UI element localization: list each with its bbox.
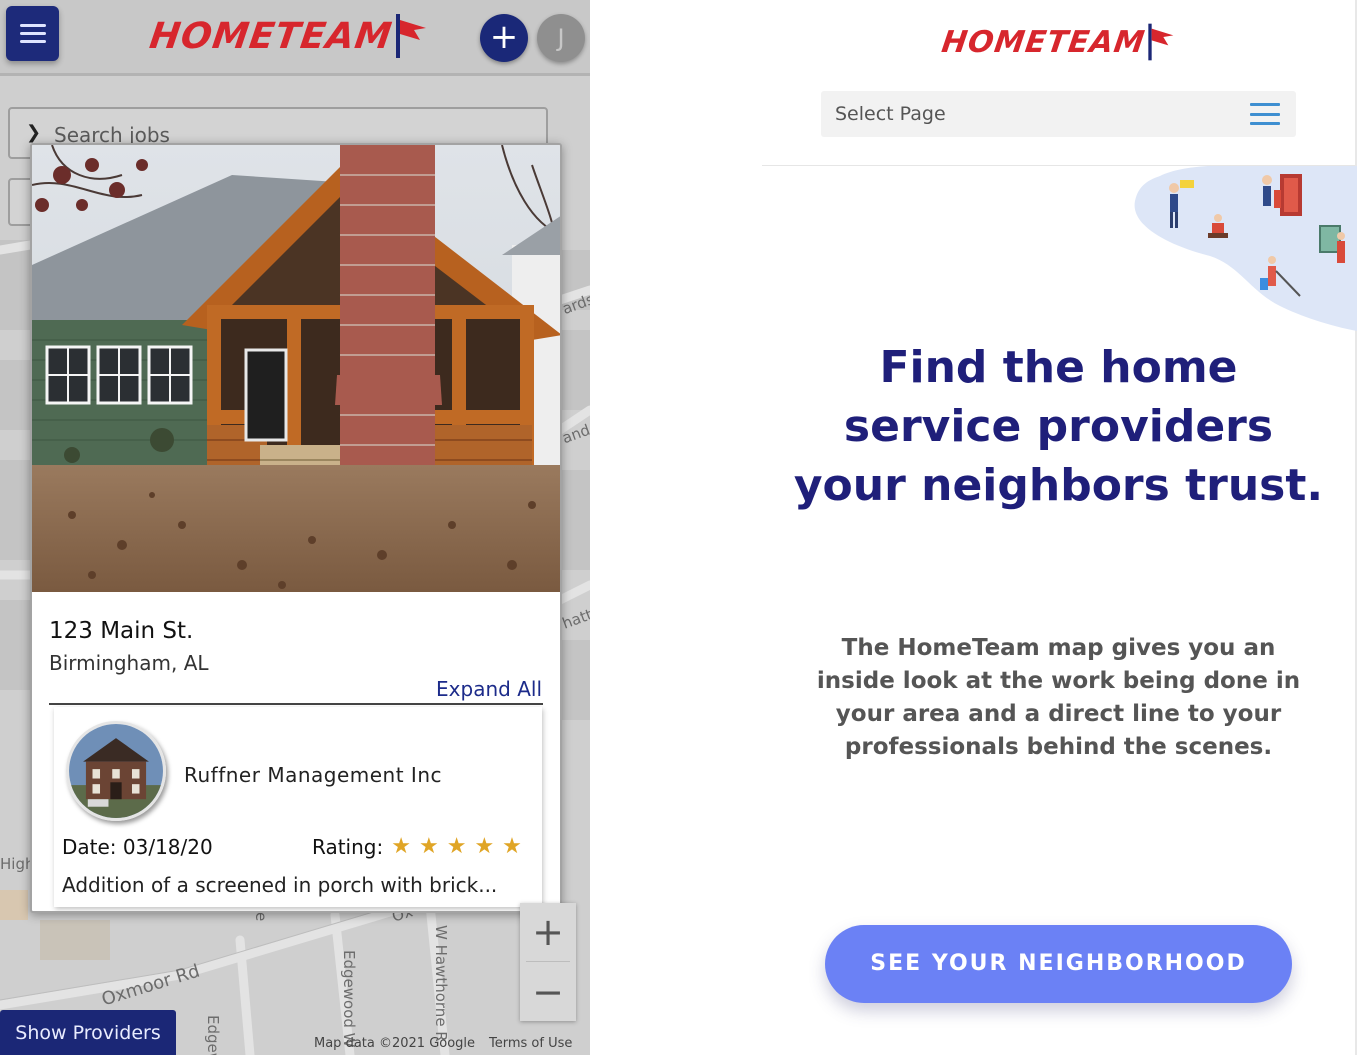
street-label: Edgewood W: [340, 950, 358, 1048]
show-providers-button[interactable]: Show Providers: [0, 1010, 176, 1055]
workers-illustration: [1134, 166, 1357, 331]
chevron-down-icon: ❯: [26, 122, 42, 143]
street-label: W Hawthorne R: [432, 925, 450, 1042]
job-card[interactable]: 123 Main St. Birmingham, AL Expand All R…: [30, 143, 562, 913]
menu-button[interactable]: [6, 6, 59, 61]
terms-of-use-link[interactable]: Terms of Use: [489, 1036, 572, 1051]
hero-description: The HomeTeam map gives you an inside loo…: [816, 635, 1301, 760]
zoom-out-button[interactable]: −: [520, 963, 576, 1021]
zoom-controls: + −: [520, 903, 576, 1021]
rating: Rating: ★ ★ ★ ★ ★: [312, 835, 522, 859]
star-icon: ★: [502, 834, 522, 859]
zoom-in-button[interactable]: +: [520, 903, 576, 961]
star-icon: ★: [474, 834, 495, 859]
star-icon: ★: [391, 834, 411, 859]
hero-title: Find the home service providers your nei…: [793, 342, 1324, 511]
app-header: HOMETEAM + J: [0, 0, 590, 76]
see-your-neighborhood-button[interactable]: SEE YOUR NEIGHBORHOOD: [825, 925, 1292, 1003]
job-address-street: 123 Main St.: [49, 618, 194, 644]
hometeam-logo[interactable]: HOMETEAM: [939, 22, 1175, 62]
select-page-label: Select Page: [835, 103, 946, 125]
website-screen: HOMETEAM Select Page Find the home servi…: [762, 0, 1357, 1055]
map-attribution: Map data ©2021 Google: [314, 1036, 476, 1051]
add-job-button[interactable]: +: [480, 14, 528, 62]
hometeam-logo: HOMETEAM: [147, 12, 428, 60]
provider-avatar: [66, 721, 166, 821]
logo-text: HOMETEAM: [939, 24, 1148, 60]
select-page-dropdown[interactable]: Select Page: [821, 91, 1296, 137]
provider-card[interactable]: Ruffner Management Inc Date: 03/18/20 Ra…: [54, 707, 542, 907]
star-icon: ★: [418, 834, 439, 859]
logo-text: HOMETEAM: [147, 15, 395, 57]
expand-all-link[interactable]: Expand All: [436, 677, 542, 701]
street-label: Edgewood: [204, 1015, 222, 1055]
map-app-screen: Oxmoor Rd Edgewood Edgewood W W Hawthorn…: [0, 0, 590, 1055]
star-icon: ★: [446, 834, 467, 859]
hamburger-menu-icon[interactable]: [1250, 103, 1280, 125]
avatar[interactable]: J: [537, 14, 585, 62]
flag-icon: [395, 14, 426, 58]
street-label: e: [252, 912, 270, 922]
card-divider: [49, 703, 543, 705]
rating-label: Rating:: [312, 835, 384, 859]
flag-icon: [1148, 23, 1174, 61]
job-address-city: Birmingham, AL: [49, 651, 209, 675]
job-photo: [32, 145, 560, 592]
hamburger-menu-icon: [19, 24, 46, 27]
provider-name[interactable]: Ruffner Management Inc: [184, 763, 442, 787]
job-description: Addition of a screened in porch with bri…: [62, 873, 498, 897]
job-date: Date: 03/18/20: [62, 835, 213, 859]
